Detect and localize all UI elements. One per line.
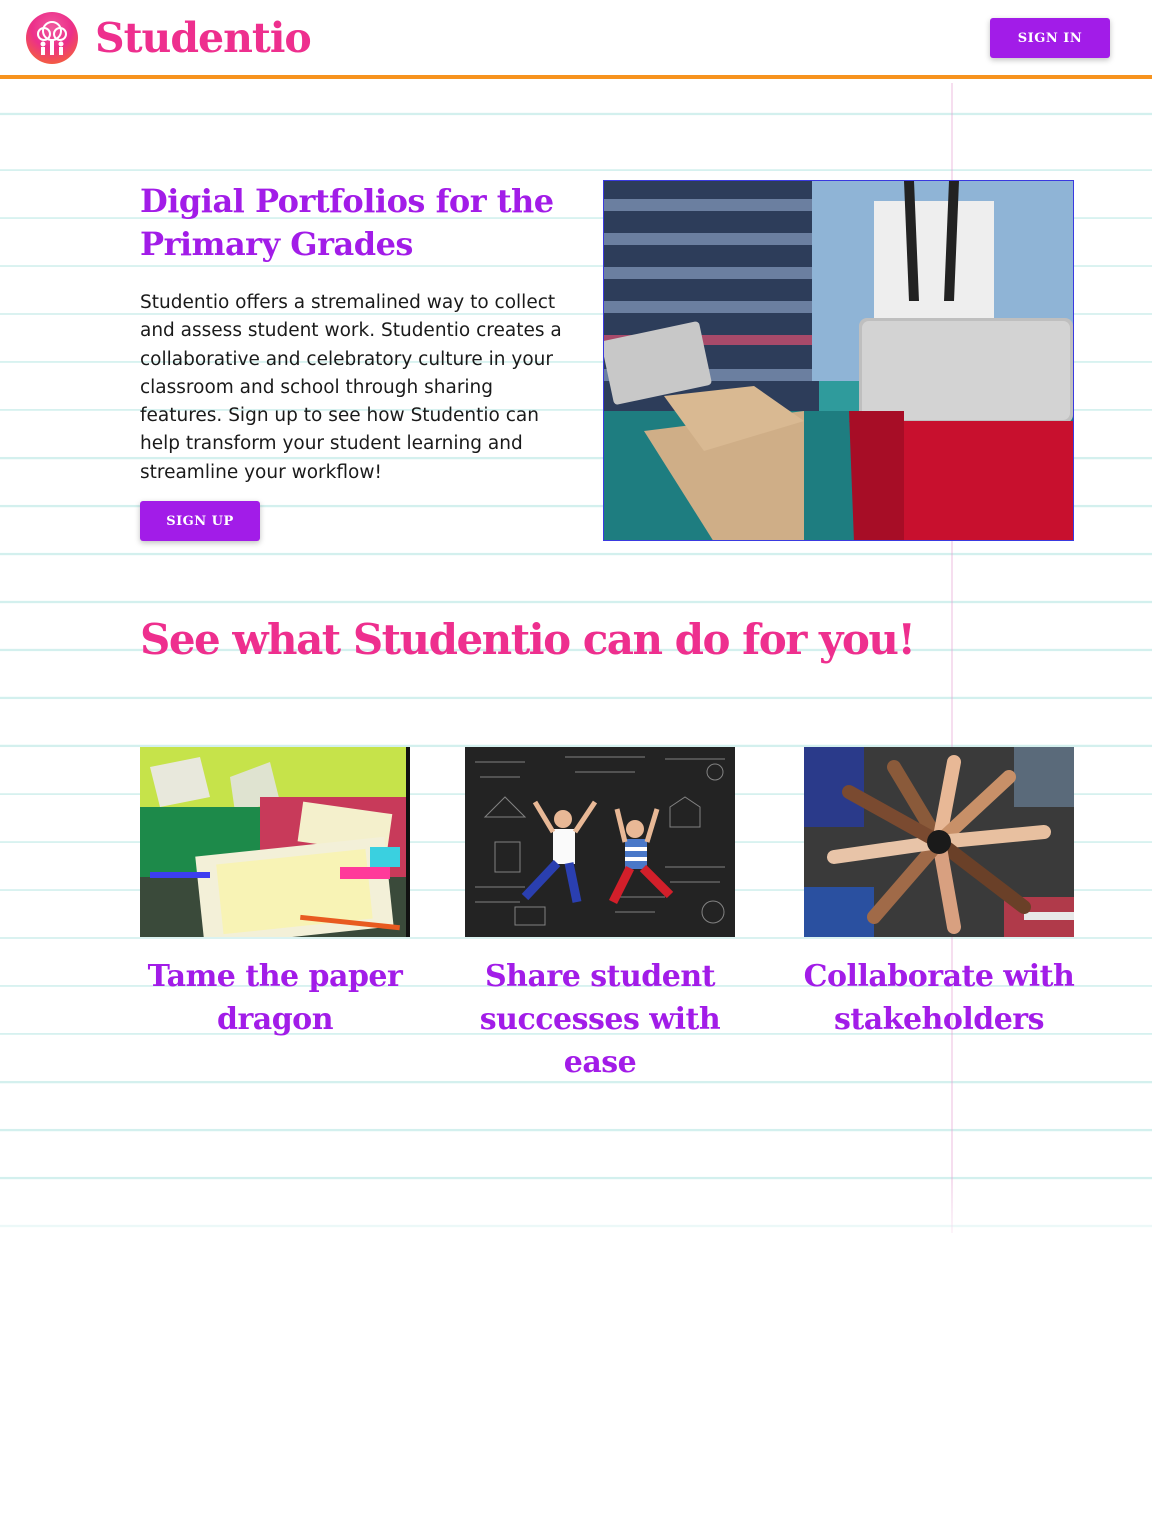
sign-up-button[interactable]: SIGN UP [140,501,260,541]
messy-desk-papers-photo [140,747,410,937]
hero-description: Studentio offers a stremalined way to co… [140,292,562,483]
brand-logo-text[interactable]: Studentio [95,10,312,66]
hands-together-circle-photo [804,747,1074,937]
site-header: Studentio SIGN IN [0,0,1152,79]
feature-caption-paper-dragon: Tame the paper dragon [147,959,403,1037]
hero-photo [603,180,1074,541]
kids-on-chalkboard-photo [465,747,735,937]
sign-in-button[interactable]: SIGN IN [990,18,1110,58]
tree-people-icon[interactable] [26,12,78,64]
hero-title: Digial Portfolios for the Primary Grades [140,182,554,263]
paper-fade [0,1180,1152,1260]
feature-caption-collaborate: Collaborate with stakeholders [803,959,1075,1037]
feature-caption-share-successes: Share student successes with ease [479,959,721,1080]
features-section-title: See what Studentio can do for you! [140,615,916,664]
